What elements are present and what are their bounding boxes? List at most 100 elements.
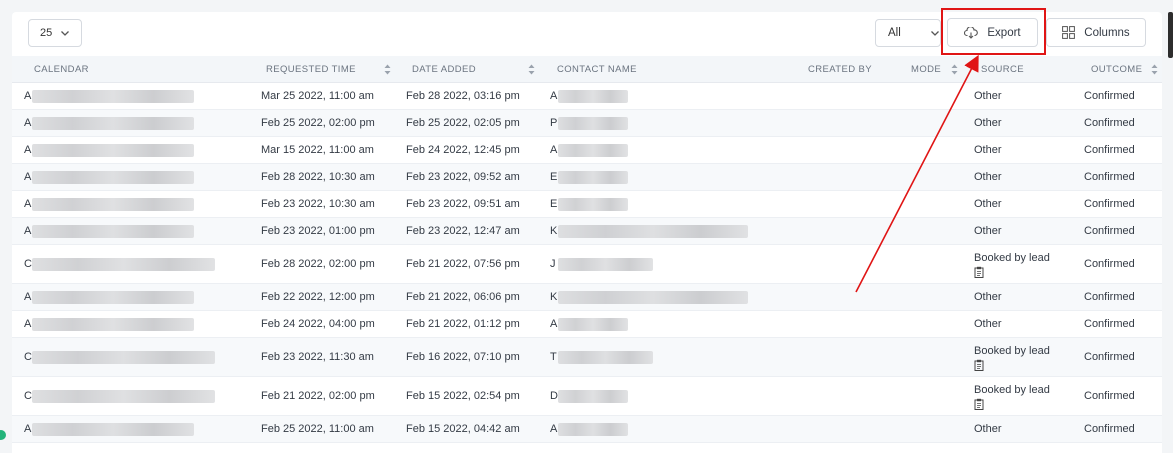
- table-row[interactable]: C Feb 23 2022, 11:30 am Feb 16 2022, 07:10…: [12, 338, 1162, 377]
- calendar-cell: A: [24, 318, 32, 330]
- table-toolbar: 25 All Export Columns: [12, 12, 1162, 56]
- export-button[interactable]: Export: [947, 18, 1038, 47]
- table-header: CALENDAR REQUESTED TIME DATE ADDED CONTA…: [12, 56, 1162, 83]
- contact-name-cell[interactable]: K: [550, 291, 557, 303]
- contact-name-cell[interactable]: A: [550, 144, 557, 156]
- scrollbar[interactable]: [1168, 12, 1173, 58]
- date-added-cell: Feb 24 2022, 12:45 pm: [406, 144, 520, 156]
- calendar-cell: A: [24, 291, 32, 303]
- source-label: Other: [974, 144, 1002, 156]
- sort-icon[interactable]: [951, 64, 958, 75]
- filter-select[interactable]: All: [875, 19, 941, 47]
- table-row[interactable]: C Feb 21 2022, 02:00 pm Feb 15 2022, 02:54…: [12, 377, 1162, 416]
- export-label: Export: [987, 26, 1021, 39]
- table-row[interactable]: A Feb 28 2022, 10:30 am Feb 23 2022, 09:52…: [12, 164, 1162, 191]
- outcome-cell: Confirmed: [1084, 318, 1135, 330]
- outcome-cell: Confirmed: [1084, 225, 1135, 237]
- source-label: Other: [974, 423, 1002, 435]
- chevron-down-icon: [61, 31, 69, 36]
- outcome-cell: Confirmed: [1084, 423, 1135, 435]
- contact-name-cell[interactable]: A: [550, 318, 557, 330]
- contact-name-cell[interactable]: A: [550, 423, 557, 435]
- cloud-download-icon: [964, 26, 979, 39]
- redacted-calendar: [32, 390, 215, 403]
- requested-time-cell: Mar 25 2022, 11:00 am: [261, 90, 374, 102]
- contact-name-cell[interactable]: E: [550, 198, 557, 210]
- columns-button[interactable]: Columns: [1046, 18, 1146, 47]
- contact-name-cell[interactable]: K: [550, 225, 557, 237]
- contact-name-cell[interactable]: T: [550, 351, 557, 363]
- columns-label: Columns: [1084, 26, 1130, 39]
- date-added-cell: Feb 21 2022, 07:56 pm: [406, 258, 520, 270]
- outcome-cell: Confirmed: [1084, 117, 1135, 129]
- redacted-calendar: [32, 144, 194, 157]
- col-header-requested-time[interactable]: REQUESTED TIME: [266, 56, 356, 83]
- clipboard-icon: [974, 266, 984, 278]
- redacted-calendar: [32, 117, 194, 130]
- redacted-calendar: [32, 258, 215, 271]
- sort-icon[interactable]: [528, 64, 535, 75]
- source-cell: Other: [974, 90, 1002, 102]
- col-header-contact-name[interactable]: CONTACT NAME: [557, 56, 637, 83]
- redacted-contact: [558, 144, 628, 157]
- sort-icon[interactable]: [384, 64, 391, 75]
- columns-grid-icon: [1062, 26, 1076, 39]
- source-cell: Booked by lead: [974, 252, 1050, 281]
- requested-time-cell: Feb 28 2022, 02:00 pm: [261, 258, 375, 270]
- redacted-contact: [558, 258, 653, 271]
- source-cell: Other: [974, 423, 1002, 435]
- redacted-contact: [558, 171, 628, 184]
- calendar-cell: A: [24, 117, 32, 129]
- contact-name-cell[interactable]: A: [550, 90, 557, 102]
- table-row[interactable]: A Feb 23 2022, 10:30 am Feb 23 2022, 09:51…: [12, 191, 1162, 218]
- col-header-calendar[interactable]: CALENDAR: [34, 56, 89, 83]
- appointments-panel: 25 All Export Columns CALENDAR REQUESTED…: [12, 12, 1162, 453]
- date-added-cell: Feb 23 2022, 12:47 am: [406, 225, 520, 237]
- outcome-cell: Confirmed: [1084, 171, 1135, 183]
- redacted-contact: [558, 351, 653, 364]
- redacted-contact: [558, 423, 628, 436]
- table-row[interactable]: A Feb 25 2022, 11:00 am Feb 15 2022, 04:42…: [12, 416, 1162, 443]
- table-row[interactable]: A Mar 25 2022, 11:00 am Feb 28 2022, 03:16…: [12, 83, 1162, 110]
- redacted-contact: [558, 117, 628, 130]
- contact-name-cell[interactable]: P: [550, 117, 557, 129]
- per-page-value: 25: [40, 27, 53, 39]
- chevron-down-icon: [931, 31, 939, 36]
- table-row[interactable]: A Mar 15 2022, 11:00 am Feb 24 2022, 12:45…: [12, 137, 1162, 164]
- outcome-cell: Confirmed: [1084, 291, 1135, 303]
- calendar-cell: A: [24, 225, 32, 237]
- contact-name-cell[interactable]: J: [550, 258, 556, 270]
- table-row[interactable]: A Feb 25 2022, 02:00 pm Feb 25 2022, 02:05…: [12, 110, 1162, 137]
- redacted-calendar: [32, 423, 194, 436]
- source-cell: Other: [974, 291, 1002, 303]
- filter-value: All: [888, 27, 901, 39]
- contact-name-cell[interactable]: D: [550, 390, 558, 402]
- redacted-contact: [558, 291, 748, 304]
- col-header-outcome[interactable]: OUTCOME: [1091, 56, 1142, 83]
- col-header-mode[interactable]: MODE: [911, 56, 941, 83]
- table-row[interactable]: A Feb 23 2022, 01:00 pm Feb 23 2022, 12:47…: [12, 218, 1162, 245]
- outcome-cell: Confirmed: [1084, 198, 1135, 210]
- redacted-contact: [558, 318, 628, 331]
- per-page-select[interactable]: 25: [28, 19, 82, 47]
- source-label: Other: [974, 198, 1002, 210]
- col-header-created-by[interactable]: CREATED BY: [808, 56, 872, 83]
- source-label: Other: [974, 291, 1002, 303]
- table-row[interactable]: A Feb 22 2022, 12:00 pm Feb 21 2022, 06:06…: [12, 284, 1162, 311]
- requested-time-cell: Feb 24 2022, 04:00 pm: [261, 318, 375, 330]
- table-row[interactable]: A Feb 24 2022, 04:00 pm Feb 21 2022, 01:12…: [12, 311, 1162, 338]
- sort-icon[interactable]: [1151, 64, 1158, 75]
- requested-time-cell: Feb 25 2022, 11:00 am: [261, 423, 374, 435]
- redacted-contact: [558, 90, 628, 103]
- calendar-cell: C: [24, 390, 32, 402]
- col-header-date-added[interactable]: DATE ADDED: [412, 56, 476, 83]
- outcome-cell: Confirmed: [1084, 258, 1135, 270]
- redacted-contact: [558, 225, 748, 238]
- calendar-cell: A: [24, 198, 32, 210]
- col-header-source[interactable]: SOURCE: [981, 56, 1024, 83]
- source-cell: Other: [974, 171, 1002, 183]
- contact-name-cell[interactable]: E: [550, 171, 557, 183]
- source-cell: Other: [974, 117, 1002, 129]
- status-dot: [0, 430, 6, 440]
- table-row[interactable]: C Feb 28 2022, 02:00 pm Feb 21 2022, 07:56…: [12, 245, 1162, 284]
